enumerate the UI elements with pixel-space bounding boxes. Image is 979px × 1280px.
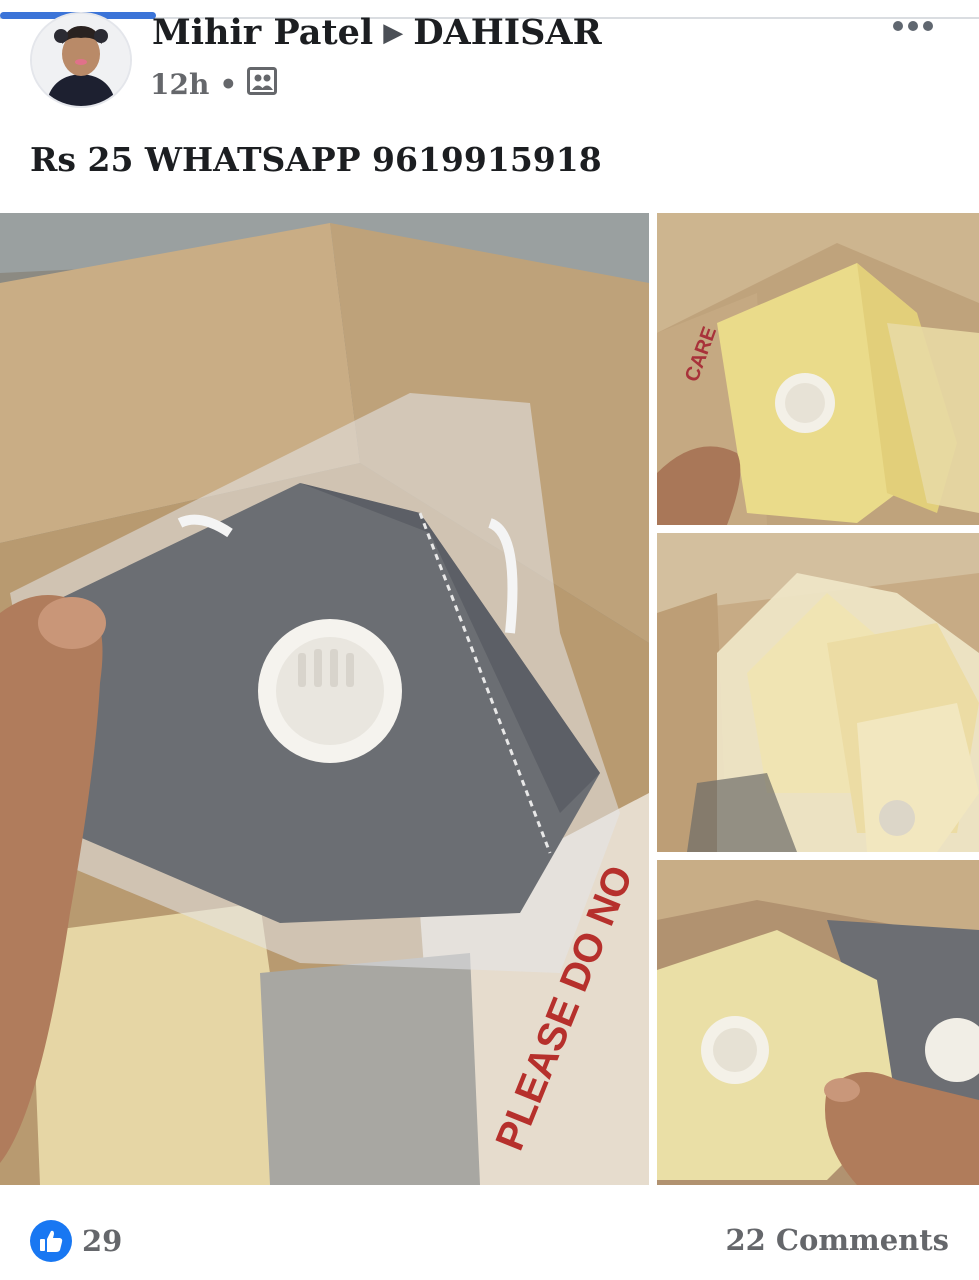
like-thumb-icon[interactable] [30,1220,72,1262]
post-time[interactable]: 12h [150,68,209,101]
like-count: 29 [82,1224,123,1258]
author-avatar[interactable] [30,12,132,108]
location-name[interactable]: DAHISAR [413,12,601,53]
yellow-masks-box-photo[interactable]: CARE [657,213,979,525]
group-icon[interactable] [247,67,278,102]
comments-count-link[interactable]: 22 Comments [725,1223,949,1257]
author-name[interactable]: Mihir Patel [152,12,373,53]
cream-masks-pile-photo[interactable] [657,533,979,852]
grey-valve-mask-photo[interactable]: PLEASE DO NO [0,213,649,1185]
more-options-icon[interactable] [888,14,938,40]
reactions-bar[interactable]: 29 [30,1220,122,1262]
meta-separator: • [219,68,238,101]
post-author-line: Mihir Patel ▶ DAHISAR [152,12,602,53]
triangle-right-icon: ▶ [383,18,404,48]
mixed-masks-hand-photo[interactable] [657,860,979,1185]
post-meta: 12h • [150,67,278,102]
post-text: Rs 25 WHATSAPP 9619915918 [30,140,602,179]
